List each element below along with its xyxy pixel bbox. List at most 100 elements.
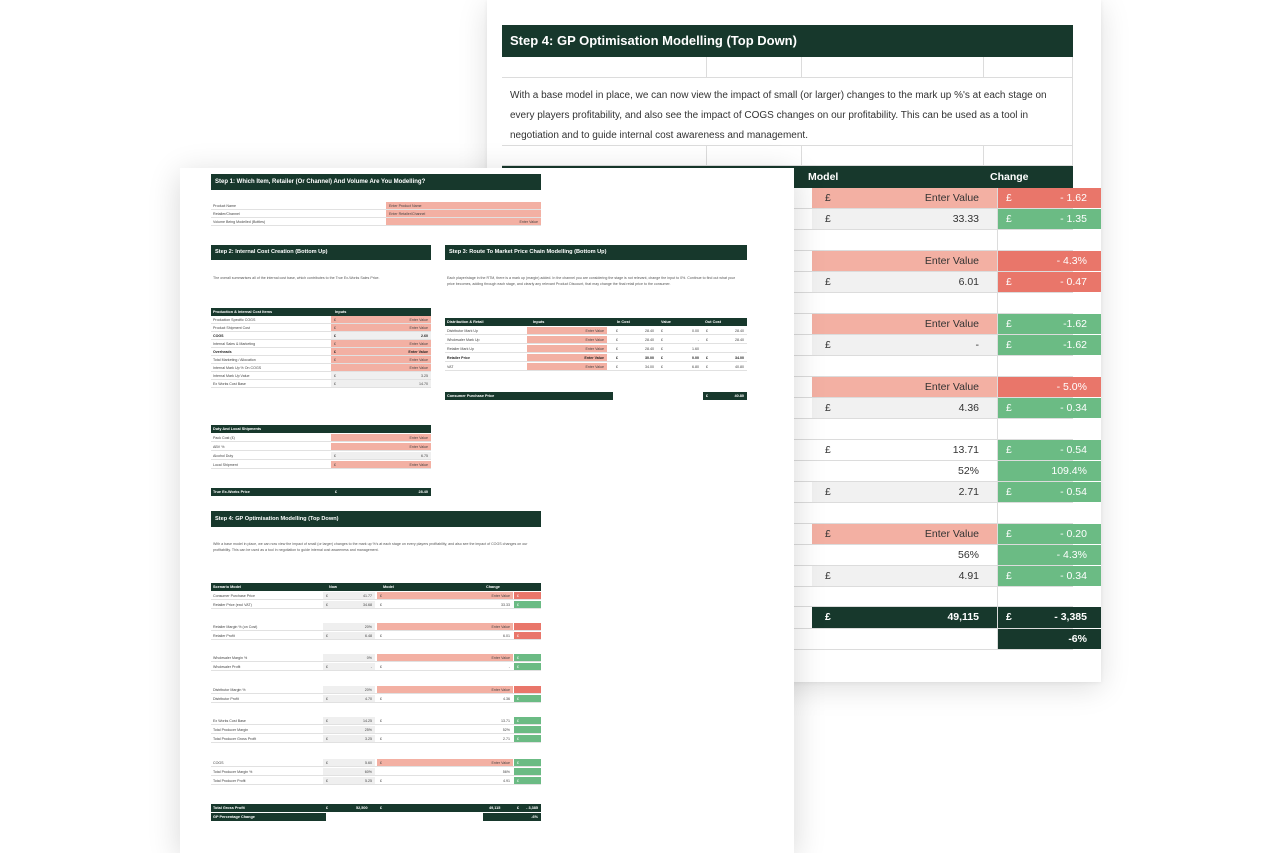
model-value-cell: £4.36 <box>815 398 997 418</box>
model-input-cell[interactable]: £ Enter Value <box>377 592 513 599</box>
model-value-cell: £13.71 <box>377 717 513 724</box>
model-currency: £ <box>825 528 831 540</box>
row-label: Distributor Mark Up <box>447 329 478 333</box>
model-input-cell[interactable]: £ Enter Value <box>815 524 997 544</box>
step2-input-cell[interactable]: £ Enter Value <box>331 356 431 363</box>
model-input-cell[interactable]: Enter Value <box>815 251 997 271</box>
step4-row: Ex Works Cost Base£14.25£13.71£- 0.54 <box>211 717 541 725</box>
step3-input-cell[interactable]: Enter Value <box>527 354 607 361</box>
step1-input-cell[interactable]: Enter Product Name <box>386 202 541 209</box>
step2-input-cell[interactable]: £ Enter Value <box>331 316 431 323</box>
value: 6.80 <box>692 365 699 369</box>
now-total: 52,500 <box>356 806 368 810</box>
now-value: 6.48 <box>365 634 372 638</box>
model-value-cell: £6.01 <box>815 272 997 292</box>
row-label: Product Name <box>213 204 236 208</box>
change-value: - 0.47 <box>1060 276 1087 288</box>
currency: £ <box>334 318 336 322</box>
step2-input-cell[interactable]: £ Enter Value <box>331 324 431 331</box>
footer-currency: £ <box>706 394 709 398</box>
step4-row: Total Producer Margin 25% 52% 109.4% <box>211 726 541 734</box>
step3-input-cell[interactable]: Enter Value <box>527 345 607 352</box>
step1-title: Step 1: Which Item, Retailer (Or Channel… <box>211 174 541 190</box>
currency: £ <box>616 338 618 342</box>
model-input-cell[interactable]: Enter Value <box>377 623 513 630</box>
change-value: - 4.3% <box>1056 549 1087 561</box>
row-label: Total Producer Margin <box>213 728 249 732</box>
model-value: Enter Value <box>924 255 979 267</box>
model-input-cell[interactable]: Enter Value <box>377 654 513 661</box>
row-label: Volume Being Modelled (Bottles) <box>213 220 266 224</box>
model-value: 33.33 <box>501 603 510 607</box>
change-value: - 0.34 <box>1060 402 1087 414</box>
footer-value: 28.40 <box>418 490 428 494</box>
currency: £ <box>616 347 618 351</box>
model-input-cell[interactable]: Enter Value <box>815 377 997 397</box>
change-value: - 5.0% <box>1056 381 1087 393</box>
currency: £ <box>517 594 519 598</box>
step4-row: Distributor Profit£4.70£4.36£- 0.34 <box>211 695 541 703</box>
model-value: Enter Value <box>491 656 510 660</box>
value: 0.00 <box>692 356 699 360</box>
change-cell: - 4.3% <box>514 768 541 775</box>
change-cell <box>997 587 1101 606</box>
out-cost-value: 28.40 <box>735 338 744 342</box>
change-currency: £ <box>1006 192 1012 204</box>
in-cost-cell: £30.00 <box>613 354 657 361</box>
model-input-cell[interactable]: £ Enter Value <box>377 759 513 766</box>
step2-row: Overheads £ Enter Value <box>211 348 431 356</box>
step3-footer: Consumer Purchase Price <box>445 392 613 400</box>
row-label: Retailer/Channel <box>213 212 240 216</box>
step3-input-cell[interactable]: Enter Value <box>527 363 607 370</box>
currency: £ <box>517 761 519 765</box>
calc-cell: £6.75 <box>331 452 431 459</box>
duty-input-cell[interactable]: Enter Value <box>331 443 431 450</box>
model-input-cell[interactable]: £ Enter Value <box>815 188 997 208</box>
duty-row: Local Shipment £ Enter Value <box>211 461 431 469</box>
currency: £ <box>334 463 336 467</box>
row-label: Retailer Mark Up <box>447 347 474 351</box>
step1-input-cell[interactable]: Enter Retailer/Channel <box>386 210 541 217</box>
now-value: 4.70 <box>365 697 372 701</box>
currency: £ <box>326 603 328 607</box>
in-cost-cell: £28.40 <box>613 327 657 334</box>
model-value: 4.91 <box>503 779 510 783</box>
row-label: Product Shipment Cost <box>213 326 250 330</box>
duty-input-cell[interactable]: Enter Value <box>331 434 431 441</box>
step2-input-cell[interactable]: Enter Value <box>331 364 431 371</box>
input-value: Enter Value <box>409 342 428 346</box>
step2-input-cell[interactable]: £ Enter Value <box>331 348 431 355</box>
change-cell <box>997 356 1101 376</box>
model-input-cell[interactable]: Enter Value <box>815 314 997 334</box>
step2-footer: True Ex-Works Price £28.40 <box>211 488 431 496</box>
step1-input-cell[interactable]: Enter Value <box>386 218 541 225</box>
value: 0.00 <box>692 329 699 333</box>
currency: £ <box>517 603 519 607</box>
model-input-cell[interactable]: Enter Value <box>377 686 513 693</box>
input-value: Enter Value <box>409 445 428 449</box>
change-currency: £ <box>1006 402 1012 414</box>
model-value: Enter Value <box>491 625 510 629</box>
currency: £ <box>380 603 382 607</box>
now-value: 5.60 <box>365 761 372 765</box>
duty-input-cell[interactable]: £ Enter Value <box>331 461 431 468</box>
now-cell: £3.25 <box>323 735 375 742</box>
change-value: 109.4% <box>1051 465 1087 477</box>
footer-value: 40.80 <box>734 394 744 398</box>
currency: £ <box>706 365 708 369</box>
value-cell: £1.60 <box>658 345 702 352</box>
gp-percentage-value: -6% <box>483 813 541 821</box>
input-value: Enter Value <box>409 318 428 322</box>
change-value: - 3,385 <box>1054 611 1087 623</box>
currency: £ <box>517 634 519 638</box>
model-value-cell: £4.91 <box>815 566 997 586</box>
in-cost-value: 34.00 <box>645 365 654 369</box>
step2-input-cell[interactable]: £ Enter Value <box>331 340 431 347</box>
header-label: Distribution & Retail <box>447 320 484 324</box>
currency: £ <box>706 338 708 342</box>
step3-input-cell[interactable]: Enter Value <box>527 327 607 334</box>
step3-input-cell[interactable]: Enter Value <box>527 336 607 343</box>
now-value: 0% <box>366 656 372 660</box>
step3-footer-value: £40.80 <box>703 392 747 400</box>
step4-row: Wholesaler Profit£-£-£- 1.62 <box>211 663 541 671</box>
